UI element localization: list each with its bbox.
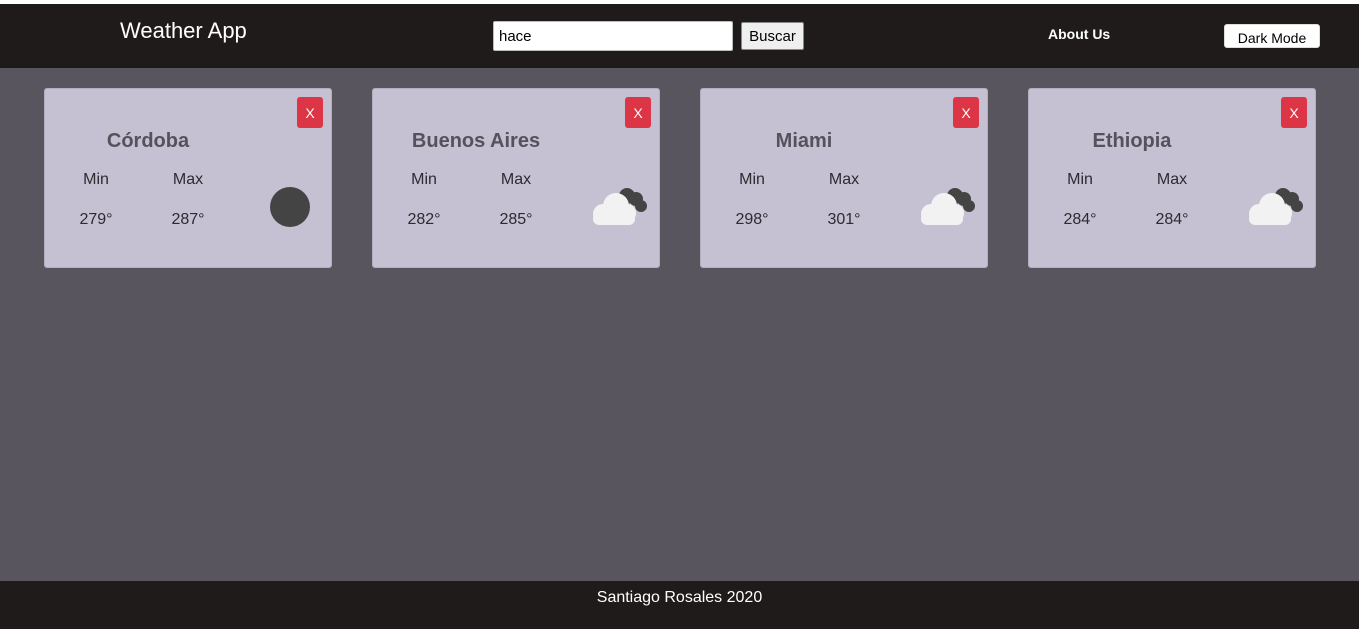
min-temp: 298° <box>735 211 769 228</box>
close-card-button[interactable]: X <box>953 97 979 128</box>
clear-night-icon <box>270 187 310 227</box>
min-label: Min <box>411 171 437 188</box>
min-label: Min <box>1067 171 1093 188</box>
close-card-button[interactable]: X <box>297 97 323 128</box>
app-title: Weather App <box>120 18 247 43</box>
max-label: Max <box>172 171 204 188</box>
max-temp: 284° <box>1155 211 1189 228</box>
weather-card: X Buenos Aires Min Max 282° 285° <box>372 88 660 268</box>
city-name: Córdoba <box>106 130 190 152</box>
min-label: Min <box>83 171 109 188</box>
max-label: Max <box>500 171 532 188</box>
cloudy-icon <box>1249 188 1303 225</box>
min-temp: 284° <box>1063 211 1097 228</box>
weather-card: X Miami Min Max 298° 301° <box>700 88 988 268</box>
max-temp: 285° <box>499 211 533 228</box>
navbar: Weather App Buscar About Us Dark Mode <box>0 4 1359 68</box>
about-us-link[interactable]: About Us <box>1048 26 1110 42</box>
min-temp: 279° <box>79 211 113 228</box>
search-button[interactable]: Buscar <box>741 22 804 50</box>
dark-mode-button[interactable]: Dark Mode <box>1224 24 1320 48</box>
max-temp: 301° <box>827 211 861 228</box>
min-temp: 282° <box>407 211 441 228</box>
city-name: Buenos Aires <box>411 130 541 152</box>
weather-card: X Ethiopia Min Max 284° 284° <box>1028 88 1316 268</box>
close-card-button[interactable]: X <box>625 97 651 128</box>
footer-credit: Santiago Rosales 2020 <box>596 589 763 606</box>
max-label: Max <box>1156 171 1188 188</box>
close-card-button[interactable]: X <box>1281 97 1307 128</box>
min-label: Min <box>739 171 765 188</box>
max-temp: 287° <box>171 211 205 228</box>
max-label: Max <box>828 171 860 188</box>
search-input[interactable] <box>493 21 733 51</box>
weather-card: X Córdoba Min Max 279° 287° <box>44 88 332 268</box>
footer: Santiago Rosales 2020 <box>0 581 1359 629</box>
cloudy-icon <box>593 188 647 225</box>
city-name: Ethiopia <box>1092 130 1172 152</box>
city-name: Miami <box>775 130 833 152</box>
cloudy-icon <box>921 188 975 225</box>
